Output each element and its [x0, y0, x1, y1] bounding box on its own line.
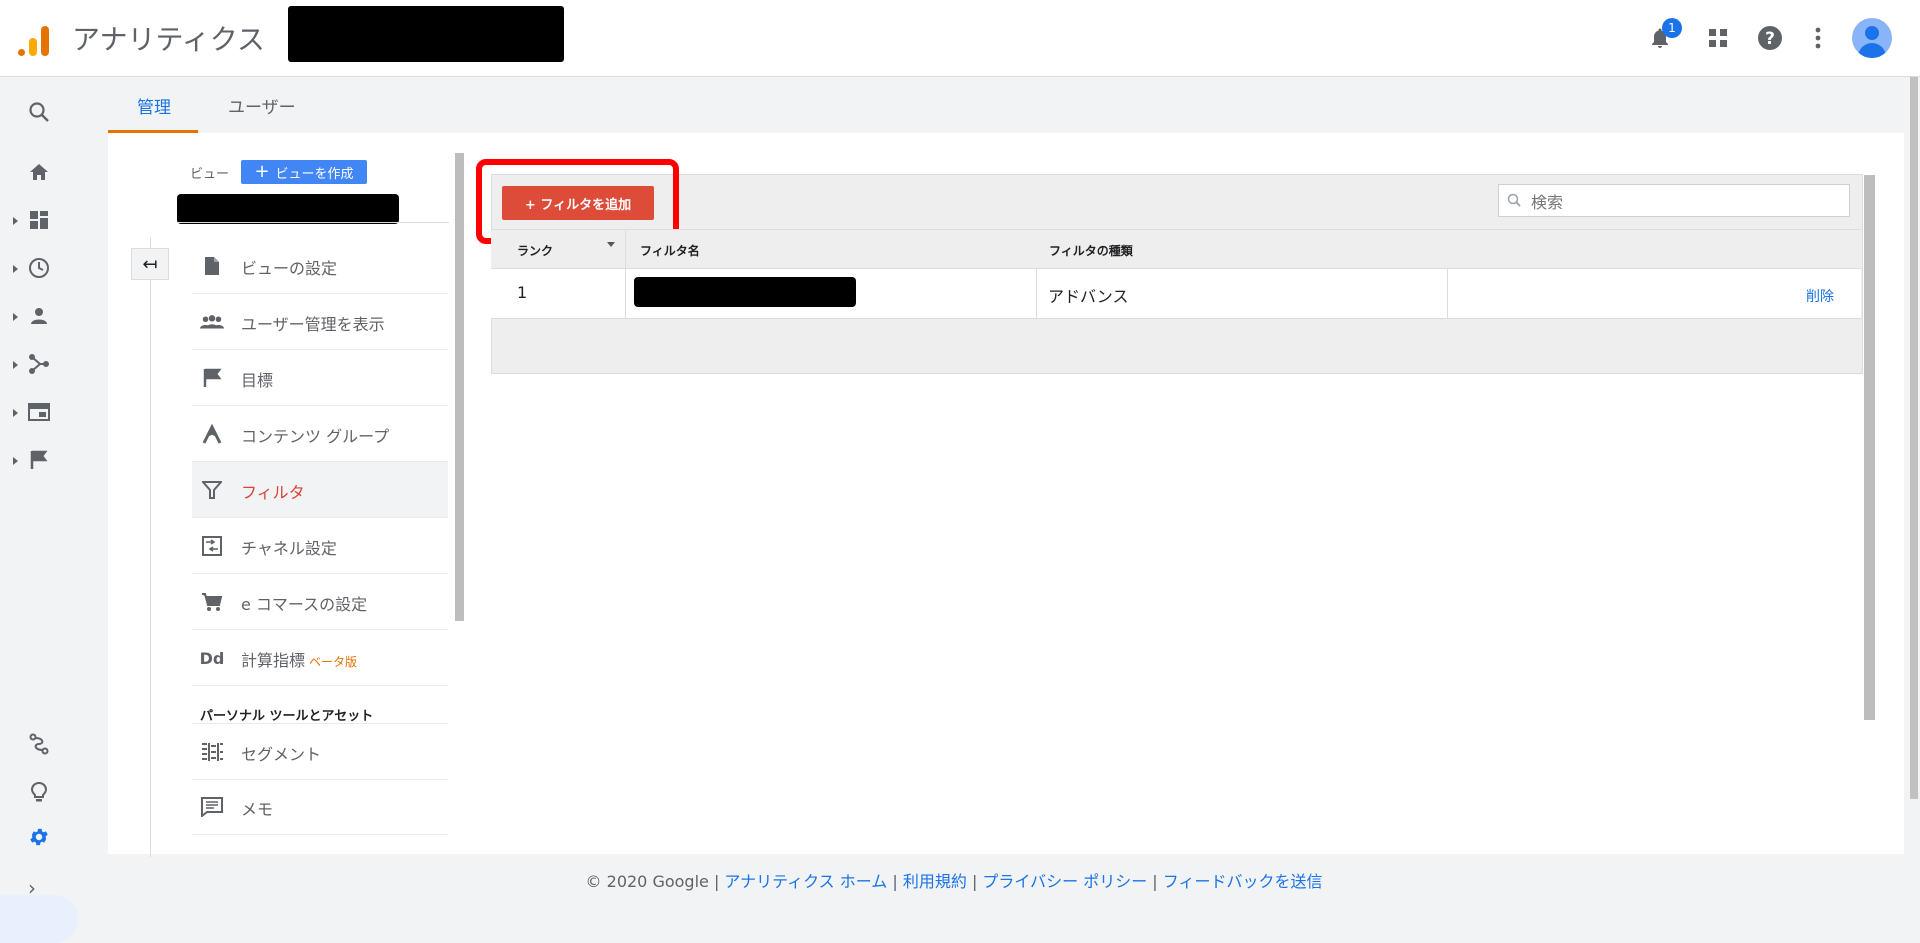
- footer-link-feedback[interactable]: フィードバックを送信: [1163, 872, 1323, 891]
- top-app-bar: アナリティクス 1 ?: [0, 0, 1920, 77]
- beta-badge: ベータ版: [309, 655, 358, 669]
- segment-icon: [200, 740, 224, 764]
- acquisition-expand-icon[interactable]: [13, 361, 18, 369]
- footer: © 2020 Google | アナリティクス ホーム | 利用規約 | プライ…: [585, 872, 1323, 891]
- cart-icon: [200, 590, 224, 614]
- flag-icon: [200, 366, 224, 390]
- help-button[interactable]: ?: [1752, 20, 1788, 56]
- menu-item-goals[interactable]: 目標: [192, 350, 448, 406]
- back-arrow-icon[interactable]: ↤: [131, 248, 169, 280]
- create-view-label: ビューを作成: [275, 166, 354, 182]
- customization-expand-icon[interactable]: [13, 217, 18, 225]
- menu-item-segments[interactable]: セグメント: [192, 723, 448, 780]
- dd-icon: Dd: [199, 648, 225, 668]
- conversions-expand-icon[interactable]: [13, 457, 18, 465]
- create-view-button[interactable]: + ビューを作成: [241, 160, 367, 184]
- menu-label: フィルタ: [241, 483, 305, 502]
- more-options-button[interactable]: [1800, 20, 1836, 56]
- content-group-icon: [200, 422, 224, 446]
- acquisition-icon[interactable]: [24, 349, 54, 379]
- tab-admin[interactable]: 管理: [137, 93, 171, 118]
- menu-label: ビューの設定: [241, 259, 338, 278]
- app-title: アナリティクス: [72, 23, 265, 56]
- menu-item-notes[interactable]: メモ: [192, 779, 448, 835]
- search-icon: [1507, 193, 1521, 207]
- apps-grid-icon: [1709, 29, 1727, 47]
- view-divider: [177, 222, 449, 223]
- filter-search-input[interactable]: [1498, 184, 1850, 217]
- menu-label: 目標: [241, 371, 274, 390]
- view-selector-redacted[interactable]: [177, 194, 399, 224]
- plus-icon: +: [254, 161, 270, 182]
- audience-expand-icon[interactable]: [13, 313, 18, 321]
- note-icon: [200, 795, 224, 819]
- menu-item-filters[interactable]: フィルタ: [192, 462, 448, 518]
- menu-label: ユーザー管理を表示: [241, 315, 385, 334]
- sort-arrow-icon[interactable]: [607, 242, 615, 247]
- footer-link-terms[interactable]: 利用規約: [903, 872, 967, 891]
- notifications-button[interactable]: 1: [1642, 18, 1682, 56]
- copyright: © 2020 Google |: [585, 872, 725, 891]
- column-divider: [1036, 268, 1037, 318]
- attribution-icon[interactable]: [24, 729, 54, 759]
- notification-badge: 1: [1662, 18, 1682, 38]
- account-selector-redacted[interactable]: [288, 6, 564, 62]
- view-column-label: ビュー: [190, 167, 230, 182]
- behavior-expand-icon[interactable]: [13, 409, 18, 417]
- menu-item-calculated-metrics[interactable]: Dd 計算指標 ベータ版: [192, 630, 448, 686]
- filter-icon: [200, 478, 224, 502]
- more-vert-icon: [1815, 27, 1821, 49]
- search-icon[interactable]: [24, 97, 54, 127]
- page-scrollbar[interactable]: [1908, 77, 1920, 914]
- row-rank: 1: [517, 283, 528, 302]
- clock-icon[interactable]: [24, 253, 54, 283]
- personal-tools-heading: パーソナル ツールとアセット: [200, 709, 374, 724]
- column-divider: [625, 229, 626, 318]
- menu-item-ecommerce-settings[interactable]: e コマースの設定: [192, 574, 448, 630]
- analytics-logo[interactable]: [16, 20, 52, 56]
- home-icon[interactable]: [24, 157, 54, 187]
- footer-link-privacy[interactable]: プライバシー ポリシー: [982, 872, 1147, 891]
- help-icon: ?: [1758, 26, 1782, 50]
- left-navigation: [0, 77, 78, 943]
- footer-link-analytics-home[interactable]: アナリティクス ホーム: [724, 872, 887, 891]
- column-filter-type[interactable]: フィルタの種類: [1049, 242, 1133, 259]
- admin-nav-active[interactable]: [0, 895, 78, 943]
- person-icon[interactable]: [24, 301, 54, 331]
- filter-name-redacted[interactable]: [634, 277, 856, 307]
- table-scrollbar[interactable]: [1864, 175, 1875, 720]
- menu-item-user-management[interactable]: ユーザー管理を表示: [192, 294, 448, 350]
- menu-label: e コマースの設定: [241, 595, 368, 614]
- search-field[interactable]: [1529, 189, 1843, 215]
- behavior-icon[interactable]: [24, 397, 54, 427]
- apps-button[interactable]: [1700, 20, 1736, 56]
- lightbulb-icon[interactable]: [24, 777, 54, 807]
- tree-line: [150, 237, 151, 857]
- document-icon: [200, 254, 224, 278]
- menu-label: 計算指標 ベータ版: [241, 651, 358, 670]
- customization-icon[interactable]: [24, 205, 54, 235]
- svg-text:?: ?: [1765, 29, 1775, 49]
- channel-icon: [200, 534, 224, 558]
- row-filter-type: アドバンス: [1048, 287, 1129, 306]
- column-divider: [1447, 268, 1448, 318]
- menu-item-content-groups[interactable]: コンテンツ グループ: [192, 406, 448, 462]
- menu-label: チャネル設定: [241, 539, 337, 558]
- realtime-expand-icon[interactable]: [13, 265, 18, 273]
- admin-tabs: 管理 ユーザー: [108, 77, 1908, 133]
- column-filter-name[interactable]: フィルタ名: [640, 242, 700, 259]
- gear-icon[interactable]: [24, 822, 54, 852]
- menu-label: セグメント: [241, 745, 322, 764]
- menu-item-view-settings[interactable]: ビューの設定: [192, 238, 448, 294]
- flag-icon[interactable]: [24, 445, 54, 475]
- menu-label: メモ: [241, 800, 274, 819]
- delete-link[interactable]: 削除: [1806, 286, 1834, 306]
- menu-label: コンテンツ グループ: [241, 427, 390, 446]
- menu-scrollbar[interactable]: [455, 153, 464, 621]
- column-rank[interactable]: ランク: [517, 242, 553, 259]
- menu-item-channel-settings[interactable]: チャネル設定: [192, 518, 448, 574]
- account-avatar-icon[interactable]: [1852, 18, 1892, 58]
- tab-user[interactable]: ユーザー: [228, 93, 296, 118]
- people-icon: [200, 310, 224, 334]
